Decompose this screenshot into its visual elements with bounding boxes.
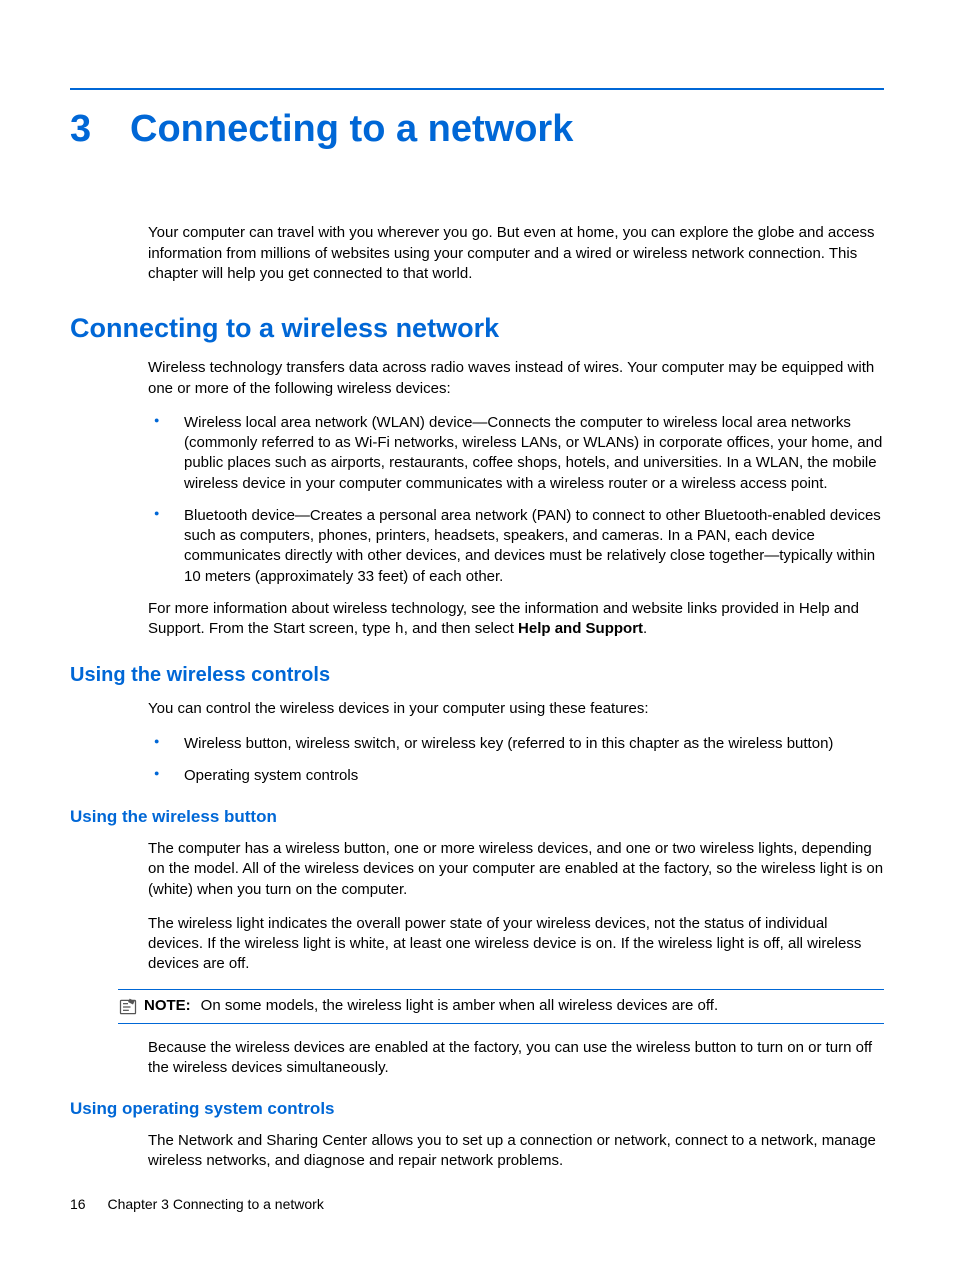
note-content: NOTE: On some models, the wireless light … bbox=[144, 996, 718, 1016]
wireless-intro: Wireless technology transfers data acros… bbox=[148, 358, 884, 399]
intro-paragraph: Your computer can travel with you wherev… bbox=[148, 223, 884, 284]
more-info-paragraph: For more information about wireless tech… bbox=[148, 599, 884, 641]
text-fragment: . bbox=[643, 620, 647, 637]
page-number: 16 bbox=[70, 1196, 86, 1212]
chapter-number: 3 bbox=[70, 104, 130, 155]
section-heading-os-controls: Using operating system controls bbox=[70, 1098, 884, 1121]
note-text: On some models, the wireless light is am… bbox=[201, 997, 718, 1014]
note-label: NOTE: bbox=[144, 997, 191, 1014]
list-item: Wireless button, wireless switch, or wir… bbox=[148, 734, 884, 754]
note-icon bbox=[118, 997, 138, 1017]
chapter-separator-rule bbox=[70, 88, 884, 90]
bold-link-text: Help and Support bbox=[518, 620, 643, 637]
list-item: Operating system controls bbox=[148, 766, 884, 786]
list-item: Bluetooth device—Creates a personal area… bbox=[148, 506, 884, 587]
section-heading-wireless-button: Using the wireless button bbox=[70, 806, 884, 829]
wireless-device-list: Wireless local area network (WLAN) devic… bbox=[148, 413, 884, 587]
key-literal: h bbox=[395, 621, 404, 638]
os-controls-p1: The Network and Sharing Center allows yo… bbox=[148, 1131, 884, 1172]
text-fragment: , and then select bbox=[404, 620, 518, 637]
wireless-button-p1: The computer has a wireless button, one … bbox=[148, 839, 884, 900]
wireless-button-p2: The wireless light indicates the overall… bbox=[148, 914, 884, 975]
chapter-heading: 3 Connecting to a network bbox=[70, 104, 884, 155]
list-item: Wireless local area network (WLAN) devic… bbox=[148, 413, 884, 494]
wireless-button-p3: Because the wireless devices are enabled… bbox=[148, 1038, 884, 1079]
note-block: NOTE: On some models, the wireless light … bbox=[118, 989, 884, 1024]
chapter-title: Connecting to a network bbox=[130, 104, 573, 155]
page-footer: 16 Chapter 3 Connecting to a network bbox=[70, 1195, 324, 1214]
section-heading-wireless-controls: Using the wireless controls bbox=[70, 662, 884, 689]
footer-text: Chapter 3 Connecting to a network bbox=[107, 1196, 323, 1212]
section-heading-wireless-network: Connecting to a wireless network bbox=[70, 310, 884, 346]
controls-list: Wireless button, wireless switch, or wir… bbox=[148, 734, 884, 787]
controls-intro: You can control the wireless devices in … bbox=[148, 699, 884, 719]
